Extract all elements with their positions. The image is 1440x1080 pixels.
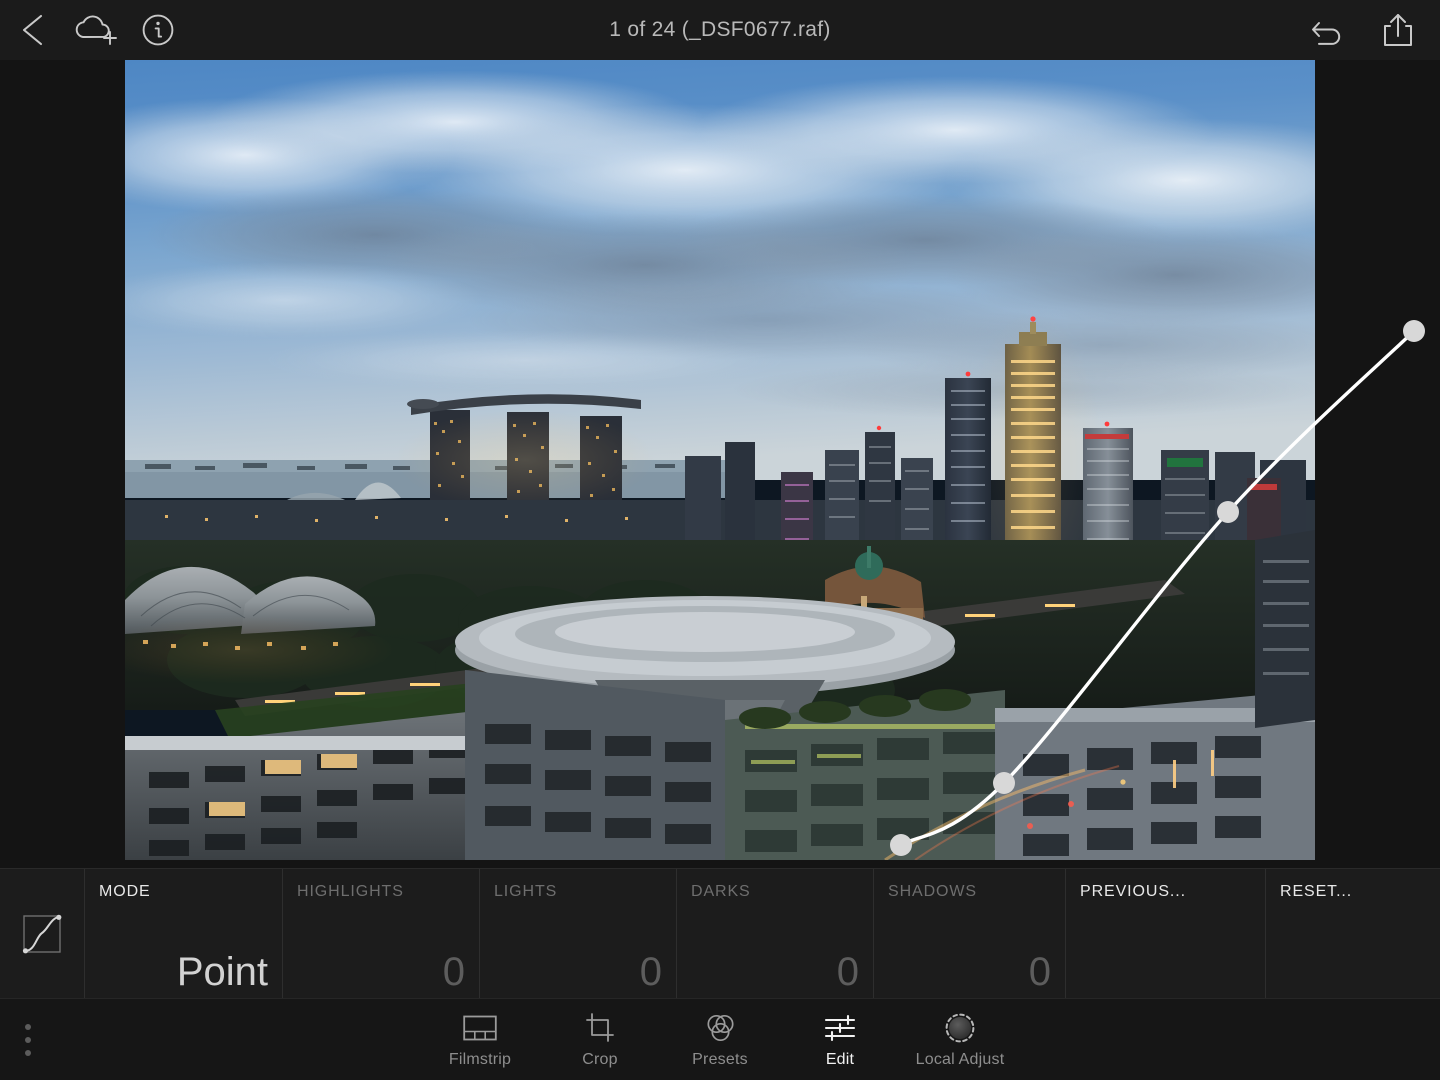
photo-editor-app: 1 of 24 (_DSF0677.raf) MODE Point HIGHLI…	[0, 0, 1440, 1080]
adjust-cell-highlights[interactable]: HIGHLIGHTS 0	[283, 869, 480, 998]
adjust-cell-lights[interactable]: LIGHTS 0	[480, 869, 677, 998]
reset-button[interactable]: RESET...	[1266, 869, 1440, 998]
tool-filmstrip[interactable]: Filmstrip	[420, 999, 540, 1080]
tool-label-presets: Presets	[692, 1050, 748, 1068]
add-to-cloud-button[interactable]	[68, 0, 126, 60]
share-button[interactable]	[1370, 0, 1426, 60]
radial-brush-icon	[945, 1013, 975, 1042]
reset-label: RESET...	[1280, 883, 1353, 900]
adjust-value-mode: Point	[176, 950, 268, 994]
tool-crop[interactable]: Crop	[540, 999, 660, 1080]
bottom-toolbar: Filmstrip Crop Presets Edit Local Adjust	[0, 998, 1440, 1080]
adjust-label-shadows: SHADOWS	[888, 883, 977, 900]
crop-icon	[586, 1012, 614, 1042]
photo-image[interactable]	[125, 60, 1315, 860]
tool-label-local-adjust: Local Adjust	[915, 1050, 1005, 1068]
tool-label-edit: Edit	[825, 1050, 855, 1068]
share-upload-icon	[1384, 14, 1412, 46]
adjust-label-lights: LIGHTS	[494, 883, 558, 900]
tool-edit[interactable]: Edit	[780, 999, 900, 1080]
tool-presets[interactable]: Presets	[660, 999, 780, 1080]
back-button[interactable]	[10, 0, 55, 60]
presets-icon	[707, 1014, 734, 1041]
tone-curve-icon-button[interactable]	[0, 869, 85, 998]
adjust-label-mode: MODE	[99, 883, 151, 900]
adjust-panel: MODE Point HIGHLIGHTS 0 LIGHTS 0 DARKS 0…	[0, 868, 1440, 998]
adjust-value-shadows: 0	[1028, 950, 1051, 994]
tool-label-filmstrip: Filmstrip	[448, 1050, 512, 1068]
canvas-area	[0, 60, 1440, 865]
adjust-value-highlights: 0	[442, 950, 465, 994]
adjust-value-lights: 0	[639, 950, 662, 994]
previous-button[interactable]: PREVIOUS...	[1066, 869, 1266, 998]
tool-local-adjust[interactable]: Local Adjust	[900, 999, 1020, 1080]
undo-arrow-icon	[1312, 22, 1341, 45]
undo-button[interactable]	[1300, 0, 1356, 60]
photo-render	[125, 60, 1315, 860]
adjust-cell-shadows[interactable]: SHADOWS 0	[874, 869, 1066, 998]
previous-label: PREVIOUS...	[1080, 883, 1186, 900]
sliders-icon	[824, 1014, 856, 1041]
info-button[interactable]	[133, 0, 183, 60]
tone-curve-icon	[22, 914, 62, 953]
tool-row: Filmstrip Crop Presets Edit Local Adjust	[0, 999, 1440, 1080]
top-bar: 1 of 24 (_DSF0677.raf)	[0, 0, 1440, 60]
cloud-add-icon	[75, 15, 117, 45]
info-circle-icon	[142, 14, 174, 46]
adjust-value-darks: 0	[836, 950, 859, 994]
adjust-label-darks: DARKS	[691, 883, 751, 900]
adjust-label-highlights: HIGHLIGHTS	[297, 883, 404, 900]
filmstrip-icon	[463, 1015, 497, 1040]
page-title: 1 of 24 (_DSF0677.raf)	[609, 18, 831, 41]
adjust-cell-mode[interactable]: MODE Point	[85, 869, 283, 998]
adjust-cell-darks[interactable]: DARKS 0	[677, 869, 874, 998]
tool-label-crop: Crop	[582, 1050, 618, 1068]
chevron-left-icon	[22, 14, 42, 46]
